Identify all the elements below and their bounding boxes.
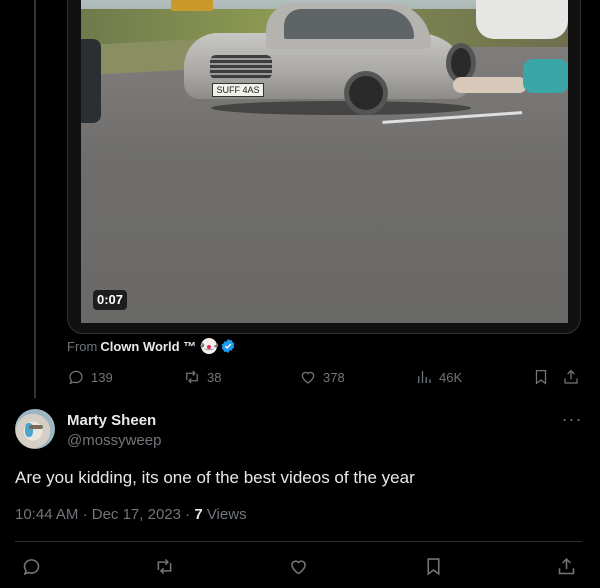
embedded-video-card[interactable]: SUFF 4AS 0:07 xyxy=(67,0,581,334)
meta-separator: · xyxy=(185,506,195,523)
repost-button[interactable]: 38 xyxy=(183,368,221,386)
more-icon[interactable]: ··· xyxy=(560,410,584,432)
divider xyxy=(15,541,582,542)
bookmark-button[interactable] xyxy=(532,368,550,386)
views-button[interactable]: 46K xyxy=(415,368,462,386)
repost-icon xyxy=(157,558,171,574)
like-count: 378 xyxy=(323,369,345,385)
post-actions xyxy=(15,553,582,579)
reply-icon xyxy=(69,370,83,385)
heart-icon xyxy=(301,371,315,384)
reply-count: 139 xyxy=(91,369,113,385)
repost-button[interactable] xyxy=(151,553,177,579)
verified-badge-icon xyxy=(221,339,235,353)
license-plate: SUFF 4AS xyxy=(212,83,264,97)
reply-button[interactable] xyxy=(18,553,44,579)
share-button[interactable] xyxy=(562,368,580,386)
like-button[interactable]: 378 xyxy=(299,368,345,386)
post-views-count: 7 xyxy=(194,506,203,523)
share-icon xyxy=(558,557,574,574)
post-metadata: 10:44 AM · Dec 17, 2023 · 7 Views xyxy=(15,506,247,523)
bookmark-icon xyxy=(426,557,440,576)
video-source-attribution: From Clown World ™ ◕‿◕ xyxy=(67,338,236,354)
author-handle[interactable]: @mossyweep xyxy=(67,432,161,449)
from-prefix: From xyxy=(67,338,98,354)
post-views-label: Views xyxy=(206,506,247,523)
quoted-post-actions: 139 38 378 46K xyxy=(67,368,582,388)
share-icon xyxy=(564,369,578,384)
reply-icon xyxy=(23,558,39,575)
fallen-cyclist xyxy=(453,59,568,99)
reply-button[interactable]: 139 xyxy=(67,368,113,386)
background-vehicle xyxy=(476,0,568,39)
clown-emoji-icon: ◕‿◕ xyxy=(199,338,219,354)
post-time[interactable]: 10:44 AM xyxy=(15,506,78,523)
avatar[interactable] xyxy=(15,409,55,449)
author-display-name[interactable]: Marty Sheen xyxy=(67,412,156,429)
post-date[interactable]: Dec 17, 2023 xyxy=(92,506,181,523)
bookmark-icon xyxy=(535,369,547,385)
views-count: 46K xyxy=(439,369,463,385)
heart-icon xyxy=(290,559,306,574)
video-frame[interactable]: SUFF 4AS 0:07 xyxy=(81,0,568,323)
thread-connector-line xyxy=(34,0,36,398)
share-button[interactable] xyxy=(553,553,579,579)
post-text: Are you kidding, its one of the best vid… xyxy=(15,468,415,487)
like-button[interactable] xyxy=(285,553,311,579)
source-account-link[interactable]: Clown World ™ xyxy=(100,339,196,354)
views-chart-icon xyxy=(418,371,431,383)
repost-icon xyxy=(186,370,198,384)
meta-separator: · xyxy=(82,506,92,523)
repost-count: 38 xyxy=(207,369,222,385)
bookmark-button[interactable] xyxy=(420,553,446,579)
video-duration-badge: 0:07 xyxy=(93,290,128,310)
